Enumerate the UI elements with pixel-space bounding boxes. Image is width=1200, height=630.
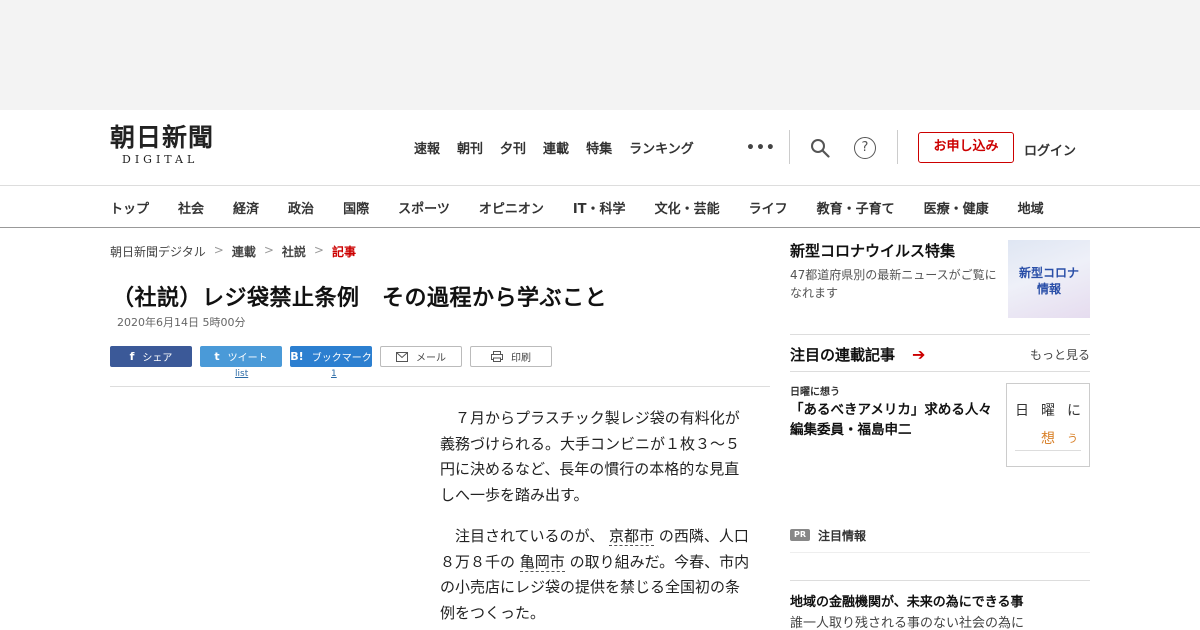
sidebar-divider: [790, 371, 1090, 372]
article-date: 2020年6月14日 5時00分: [117, 316, 246, 329]
twitter-count[interactable]: list: [235, 369, 248, 379]
featured-series-title[interactable]: 注目の連載記事: [790, 344, 895, 365]
thumb-char: 日: [1015, 403, 1029, 419]
article-body: ７月からプラスチック製レジ袋の有料化が義務づけられる。大手コンビニが１枚３～５円…: [440, 406, 750, 630]
topnav-item-choukan[interactable]: 朝刊: [457, 138, 483, 157]
breadcrumb-item-current: 記事: [331, 245, 356, 259]
top-nav: 速報 朝刊 夕刊 連載 特集 ランキング: [414, 138, 711, 157]
sidebar-divider: [790, 580, 1090, 581]
catnav-item-opinion[interactable]: オピニオン: [479, 198, 544, 217]
pr-subtext[interactable]: 誰一人取り残される事のない社会の為に: [790, 612, 1024, 630]
arrow-right-icon[interactable]: ➔: [912, 345, 925, 364]
subscribe-button[interactable]: お申し込み: [918, 132, 1014, 163]
paragraph-text: ７月からプラスチック製レジ袋の有料化が義務づけられる。大手コンビニが１枚３～５円…: [440, 409, 741, 504]
covid-feature-desc[interactable]: 47都道府県別の最新ニュースがご覧になれます: [790, 266, 1002, 302]
catnav-item-economy[interactable]: 経済: [233, 198, 259, 217]
share-buttons: f シェア t ツイート B! ブックマーク メール 印刷: [110, 346, 552, 367]
site-header: 朝日新聞 DIGITAL 速報 朝刊 夕刊 連載 特集 ランキング ••• ? …: [0, 110, 1200, 185]
thumb-char: う: [1067, 432, 1078, 445]
pr-badge: PR: [790, 529, 810, 541]
covid-feature-title[interactable]: 新型コロナウイルス特集: [790, 240, 955, 261]
thumb-rule: [1015, 450, 1081, 451]
breadcrumb-item-home[interactable]: 朝日新聞デジタル: [110, 243, 206, 260]
series-headline[interactable]: 「あるべきアメリカ」求める人々 編集委員・福島申二: [790, 400, 1005, 440]
covid-feature-thumbnail[interactable]: 新型コロナ 情報: [1008, 240, 1090, 318]
category-nav: トップ 社会 経済 政治 国際 スポーツ オピニオン IT・科学 文化・芸能 ラ…: [0, 185, 1200, 228]
catnav-item-culture[interactable]: 文化・芸能: [655, 198, 720, 217]
catnav-item-life[interactable]: ライフ: [749, 198, 788, 217]
breadcrumb: 朝日新聞デジタル > 連載 > 社説 > 記事: [110, 243, 356, 260]
catnav-item-health[interactable]: 医療・健康: [924, 198, 989, 217]
thumb-char: に: [1067, 403, 1081, 419]
print-button[interactable]: 印刷: [470, 346, 552, 367]
more-series-link[interactable]: もっと見る: [1030, 346, 1090, 363]
breadcrumb-separator: >: [313, 243, 324, 257]
mail-icon: [396, 351, 408, 362]
help-icon[interactable]: ?: [854, 137, 876, 159]
catnav-item-politics[interactable]: 政治: [288, 198, 314, 217]
twitter-icon: t: [214, 350, 220, 363]
header-divider: [897, 130, 898, 164]
facebook-share-button[interactable]: f シェア: [110, 346, 192, 367]
mail-share-button[interactable]: メール: [380, 346, 462, 367]
thumb-char: 想: [1041, 431, 1055, 447]
search-icon[interactable]: [810, 138, 830, 158]
topnav-item-yukan[interactable]: 夕刊: [500, 138, 526, 157]
sidebar-divider: [790, 552, 1090, 553]
catnav-item-it-science[interactable]: IT・科学: [573, 198, 626, 217]
catnav-item-sports[interactable]: スポーツ: [398, 198, 450, 217]
article-divider: [110, 386, 770, 387]
catnav-item-top[interactable]: トップ: [110, 198, 149, 217]
site-logo[interactable]: 朝日新聞 DIGITAL: [110, 124, 242, 170]
catnav-item-society[interactable]: 社会: [178, 198, 204, 217]
breadcrumb-item-shasetsu[interactable]: 社説: [282, 243, 306, 260]
topnav-item-tokushu[interactable]: 特集: [586, 138, 612, 157]
mail-share-label: メール: [416, 353, 446, 364]
breadcrumb-separator: >: [263, 243, 274, 257]
logo-main-text: 朝日新聞: [110, 123, 215, 152]
catnav-item-international[interactable]: 国際: [343, 198, 369, 217]
hatena-icon: B!: [290, 350, 304, 363]
hatena-count[interactable]: 1: [331, 369, 337, 379]
paragraph-text: 注目されているのが、: [455, 527, 605, 545]
kameoka-city-link[interactable]: 亀岡市: [519, 552, 565, 572]
topnav-item-rensai[interactable]: 連載: [543, 138, 569, 157]
ad-banner-area: [0, 0, 1200, 110]
login-link[interactable]: ログイン: [1024, 140, 1076, 159]
hatena-bookmark-button[interactable]: B! ブックマーク: [290, 346, 372, 367]
thumb-char: 曜: [1041, 403, 1055, 419]
article-paragraph: ７月からプラスチック製レジ袋の有料化が義務づけられる。大手コンビニが１枚３～５円…: [440, 406, 750, 508]
logo-sub-text: DIGITAL: [122, 153, 199, 166]
twitter-share-label: ツイート: [227, 353, 268, 364]
covid-thumb-line2: 情報: [1036, 282, 1061, 296]
print-label: 印刷: [511, 353, 531, 364]
pr-headline[interactable]: 地域の金融機関が、未来の為にできる事: [790, 591, 1023, 610]
pr-label: 注目情報: [818, 529, 867, 543]
hatena-bookmark-label: ブックマーク: [311, 353, 372, 364]
article-title: （社説）レジ袋禁止条例 その過程から学ぶこと: [112, 286, 608, 311]
kyoto-city-link[interactable]: 京都市: [609, 527, 655, 546]
topnav-item-sokuho[interactable]: 速報: [414, 138, 440, 157]
series-thumbnail[interactable]: 日 曜 に 想 う: [1006, 383, 1090, 467]
twitter-share-button[interactable]: t ツイート: [200, 346, 282, 367]
breadcrumb-separator: >: [213, 243, 224, 257]
sidebar-divider: [790, 334, 1090, 335]
covid-thumb-line1: 新型コロナ: [1018, 266, 1079, 280]
facebook-icon: f: [129, 350, 135, 363]
catnav-item-education[interactable]: 教育・子育て: [817, 198, 895, 217]
more-icon[interactable]: •••: [746, 140, 776, 156]
catnav-item-region[interactable]: 地域: [1018, 198, 1044, 217]
topnav-item-ranking[interactable]: ランキング: [629, 138, 694, 157]
series-category[interactable]: 日曜に想う: [790, 383, 840, 398]
facebook-share-label: シェア: [142, 353, 173, 364]
header-divider: [789, 130, 790, 164]
breadcrumb-item-rensai[interactable]: 連載: [232, 243, 256, 260]
print-icon: [491, 351, 503, 362]
article-paragraph: 注目されているのが、 京都市 の西隣、人口８万８千の 亀岡市 の取り組みだ。今春…: [440, 524, 750, 626]
